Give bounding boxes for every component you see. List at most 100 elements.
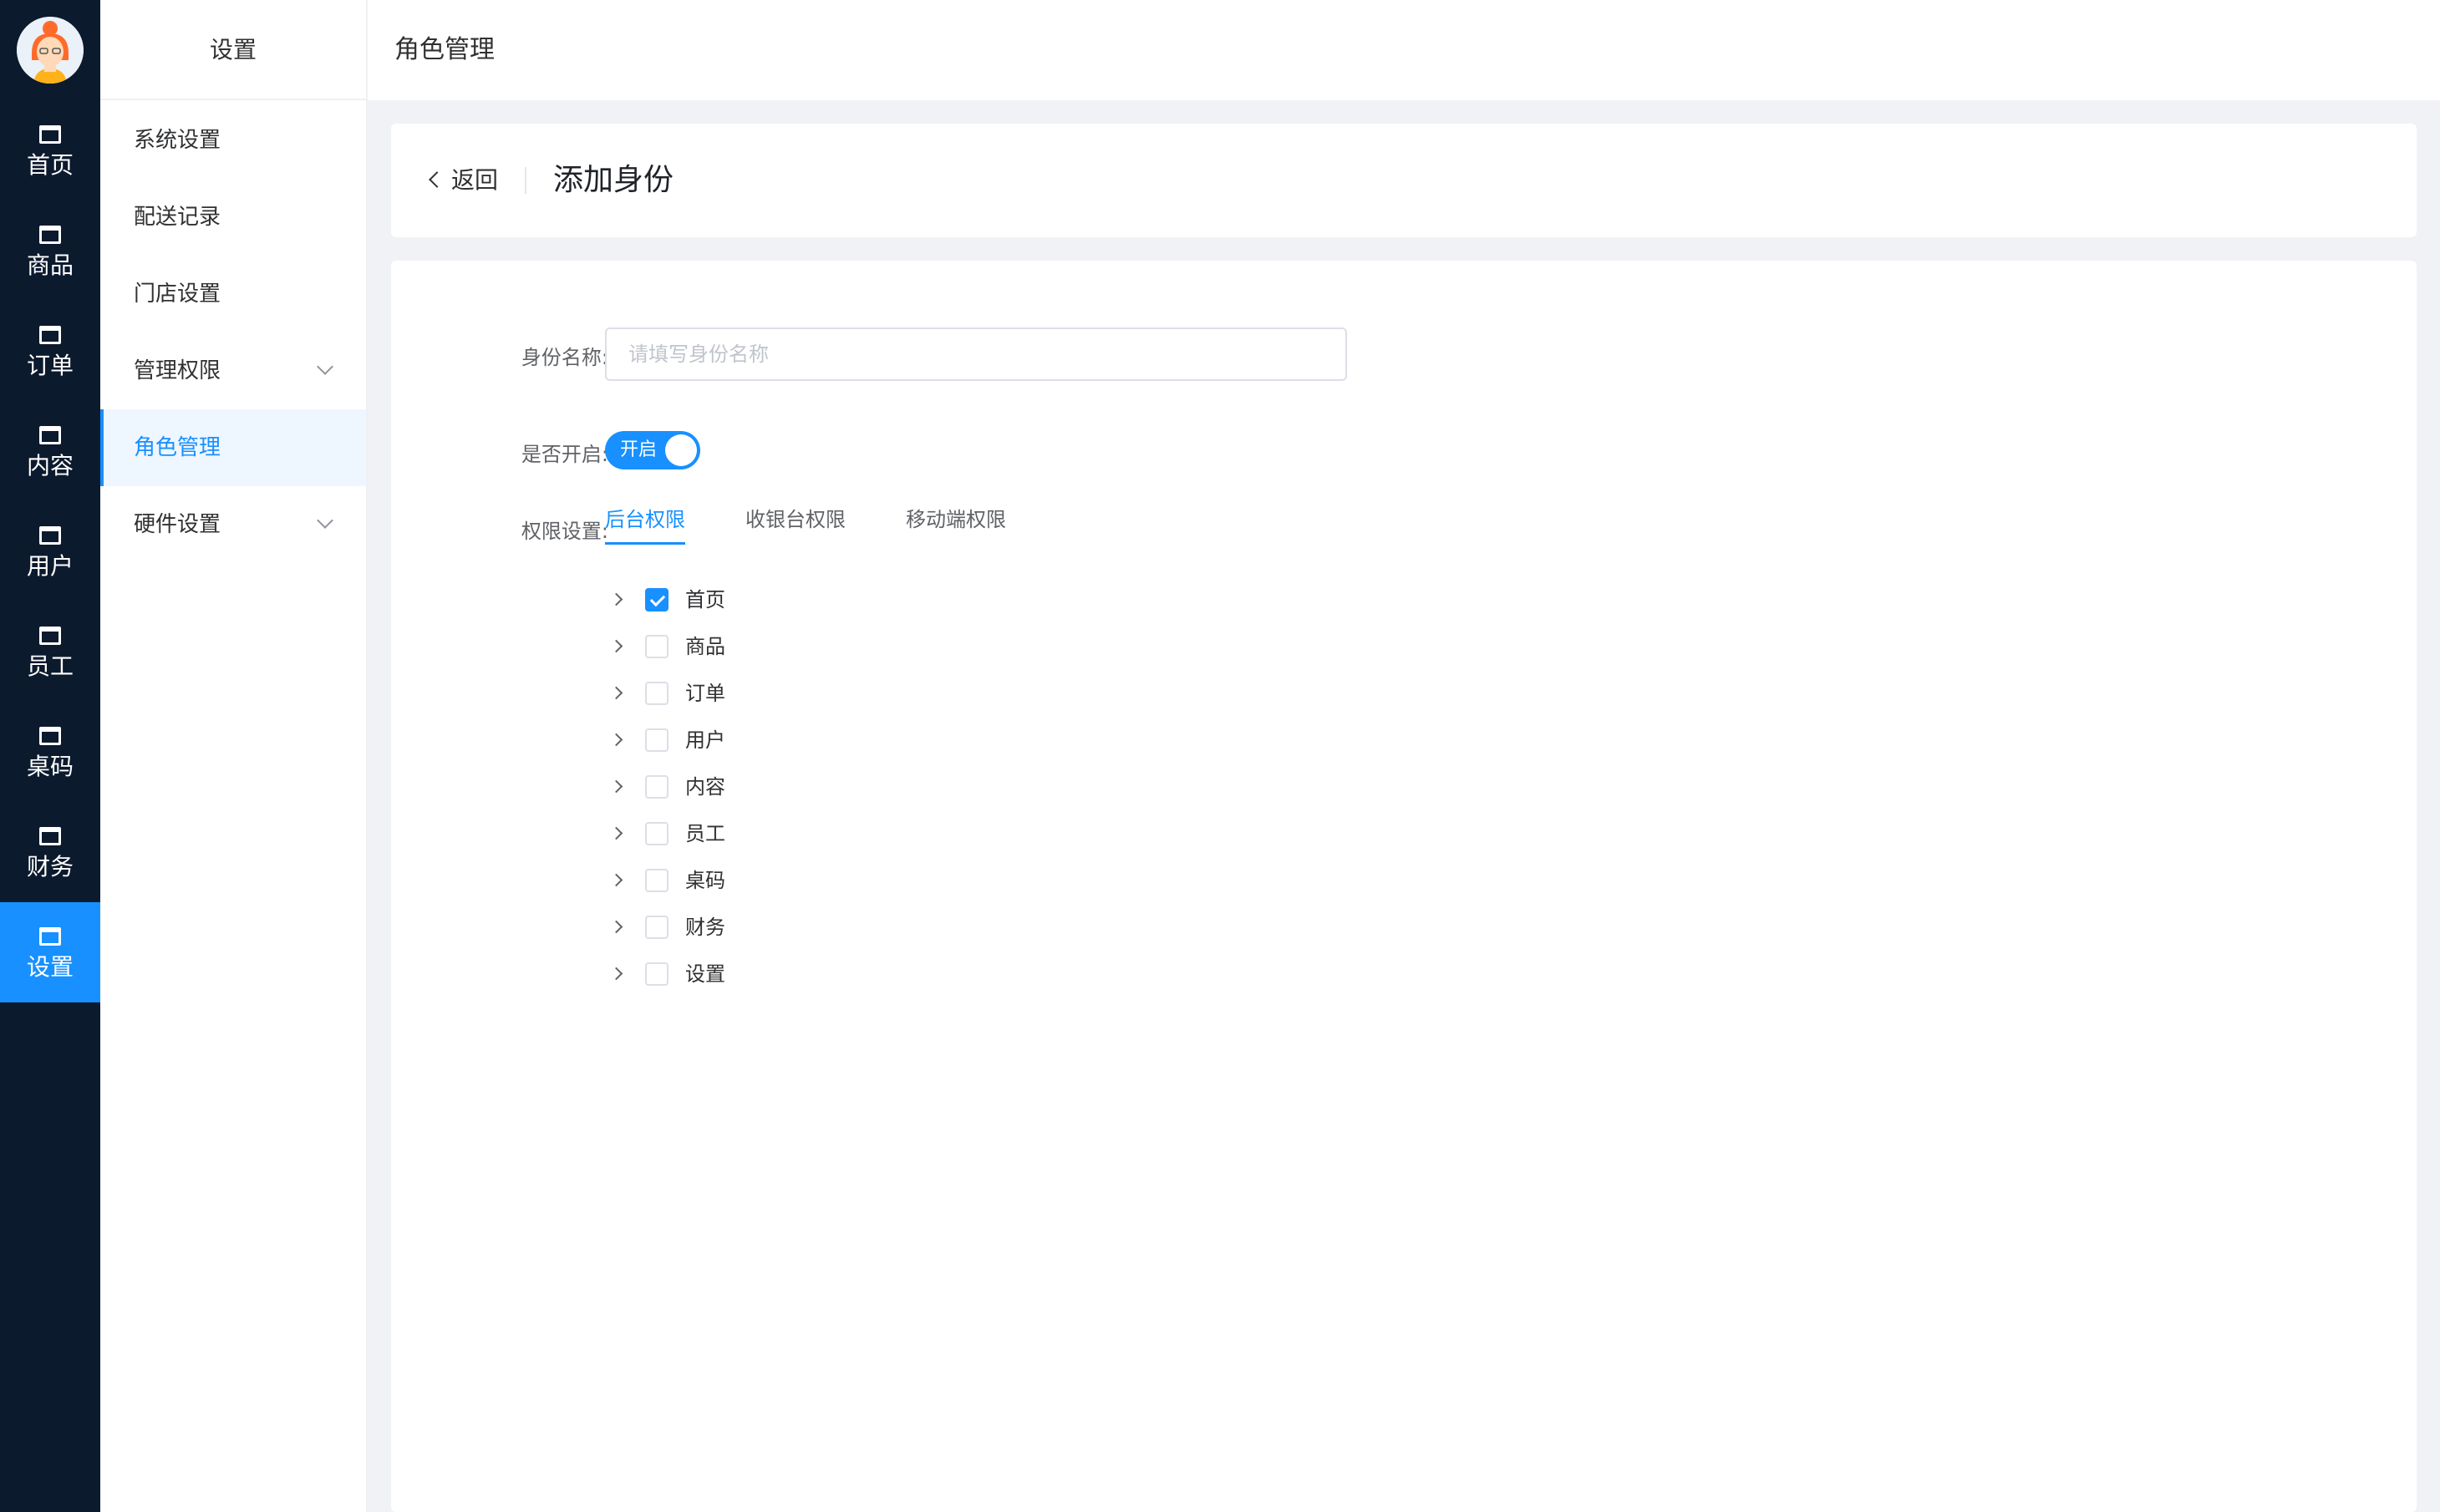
tree-checkbox[interactable] xyxy=(645,728,668,752)
tree-checkbox[interactable] xyxy=(645,962,668,986)
header-title: 角色管理 xyxy=(394,35,495,64)
rail-item-label: 用户 xyxy=(26,552,74,580)
rail-item-content[interactable]: 内容 xyxy=(0,401,100,501)
chevron-right-icon[interactable] xyxy=(609,826,623,840)
tree-node-label: 桌码 xyxy=(685,869,725,892)
tree-node-label: 用户 xyxy=(685,728,725,752)
submenu-item-delivery-records[interactable]: 配送记录 xyxy=(100,179,366,256)
tree-node-label: 首页 xyxy=(685,588,725,611)
submenu-item-permissions[interactable]: 管理权限 xyxy=(100,332,366,409)
rail-item-label: 订单 xyxy=(26,352,74,379)
rail-item-label: 首页 xyxy=(26,151,74,179)
tree-node-orders: 订单 xyxy=(605,677,939,710)
back-label: 返回 xyxy=(451,166,499,194)
submenu-item-hardware-settings[interactable]: 硬件设置 xyxy=(100,486,366,563)
tree-node-home: 首页 xyxy=(605,583,939,616)
tree-node-label: 商品 xyxy=(685,635,725,658)
tree-node-staff: 员工 xyxy=(605,817,939,850)
role-name-label: 身份名称: xyxy=(521,346,608,369)
divider xyxy=(525,167,526,194)
permission-label: 权限设置: xyxy=(521,520,608,543)
app-root: 首页 商品 订单 内容 用户 员工 桌码 财务 设置 设置 系统设置 配送记录 … xyxy=(0,0,2440,1512)
main-nav-rail: 首页 商品 订单 内容 用户 员工 桌码 财务 设置 xyxy=(0,0,100,1512)
switch-knob xyxy=(665,434,697,466)
rail-item-label: 财务 xyxy=(26,853,74,880)
tree-node-finance: 财务 xyxy=(605,911,939,944)
submenu-item-label: 角色管理 xyxy=(134,435,221,460)
rail-item-products[interactable]: 商品 xyxy=(0,200,100,301)
chevron-right-icon[interactable] xyxy=(609,639,623,653)
rail-item-orders[interactable]: 订单 xyxy=(0,301,100,401)
tree-checkbox[interactable] xyxy=(645,822,668,845)
window-icon xyxy=(39,426,61,444)
tab-mobile-permissions[interactable]: 移动端权限 xyxy=(906,503,1006,545)
submenu-item-role-management[interactable]: 角色管理 xyxy=(100,409,366,486)
window-icon xyxy=(39,125,61,144)
rail-item-users[interactable]: 用户 xyxy=(0,501,100,601)
tree-node-products: 商品 xyxy=(605,630,939,663)
tree-checkbox[interactable] xyxy=(645,775,668,799)
page-title: 添加身份 xyxy=(553,163,674,197)
rail-item-table-codes[interactable]: 桌码 xyxy=(0,702,100,802)
tree-checkbox[interactable] xyxy=(645,869,668,892)
enable-label: 是否开启: xyxy=(521,443,608,466)
rail-item-settings[interactable]: 设置 xyxy=(0,902,100,1002)
rail-item-label: 桌码 xyxy=(26,753,74,780)
submenu-item-system-settings[interactable]: 系统设置 xyxy=(100,102,366,179)
tree-node-settings: 设置 xyxy=(605,957,939,991)
submenu-item-label: 系统设置 xyxy=(134,128,221,153)
tree-node-table-codes: 桌码 xyxy=(605,864,939,897)
back-button[interactable]: 返回 xyxy=(424,124,498,237)
role-name-input[interactable] xyxy=(605,327,1347,381)
window-icon xyxy=(39,326,61,344)
rail-item-label: 内容 xyxy=(26,452,74,479)
window-icon xyxy=(39,226,61,244)
role-form-card: 身份名称: 是否开启: 开启 权限设置: 后台权限 收银台权限 移动端权限 首页… xyxy=(391,261,2417,1512)
submenu-item-label: 门店设置 xyxy=(134,282,221,307)
tree-node-content: 内容 xyxy=(605,770,939,804)
tree-node-label: 设置 xyxy=(685,962,725,986)
enable-switch[interactable]: 开启 xyxy=(605,431,700,469)
rail-item-home[interactable]: 首页 xyxy=(0,100,100,200)
chevron-right-icon[interactable] xyxy=(609,873,623,887)
user-avatar-icon xyxy=(17,17,84,84)
tree-node-users: 用户 xyxy=(605,723,939,757)
tab-cashier-permissions[interactable]: 收银台权限 xyxy=(745,503,846,545)
chevron-right-icon[interactable] xyxy=(609,686,623,700)
submenu-item-store-settings[interactable]: 门店设置 xyxy=(100,256,366,332)
rail-item-staff[interactable]: 员工 xyxy=(0,601,100,702)
tree-checkbox[interactable] xyxy=(645,916,668,939)
chevron-right-icon[interactable] xyxy=(609,779,623,794)
chevron-right-icon[interactable] xyxy=(609,967,623,981)
tree-checkbox[interactable] xyxy=(645,588,668,611)
switch-text: 开启 xyxy=(620,439,658,460)
window-icon xyxy=(39,927,61,946)
chevron-left-icon xyxy=(429,171,445,188)
window-icon xyxy=(39,727,61,745)
rail-item-label: 员工 xyxy=(26,652,74,680)
rail-item-label: 设置 xyxy=(26,953,74,981)
tree-node-label: 员工 xyxy=(685,822,725,845)
chevron-down-icon xyxy=(317,512,333,529)
user-avatar[interactable] xyxy=(17,17,84,84)
chevron-down-icon xyxy=(317,358,333,375)
tab-backend-permissions[interactable]: 后台权限 xyxy=(605,503,685,545)
rail-item-finance[interactable]: 财务 xyxy=(0,802,100,902)
rail-item-label: 商品 xyxy=(26,251,74,279)
window-icon xyxy=(39,526,61,545)
top-header: 角色管理 xyxy=(368,0,2440,100)
settings-submenu: 设置 系统设置 配送记录 门店设置 管理权限 角色管理 硬件设置 xyxy=(100,0,368,1512)
chevron-right-icon[interactable] xyxy=(609,733,623,747)
tree-node-label: 订单 xyxy=(685,682,725,705)
chevron-right-icon[interactable] xyxy=(609,592,623,606)
chevron-right-icon[interactable] xyxy=(609,920,623,934)
tree-checkbox[interactable] xyxy=(645,635,668,658)
window-icon xyxy=(39,827,61,845)
tree-node-label: 财务 xyxy=(685,916,725,939)
window-icon xyxy=(39,627,61,645)
submenu-item-label: 配送记录 xyxy=(134,205,221,230)
tree-node-label: 内容 xyxy=(685,775,725,799)
page-head-card: 返回 添加身份 xyxy=(391,124,2417,237)
tree-checkbox[interactable] xyxy=(645,682,668,705)
submenu-item-label: 管理权限 xyxy=(134,358,221,383)
